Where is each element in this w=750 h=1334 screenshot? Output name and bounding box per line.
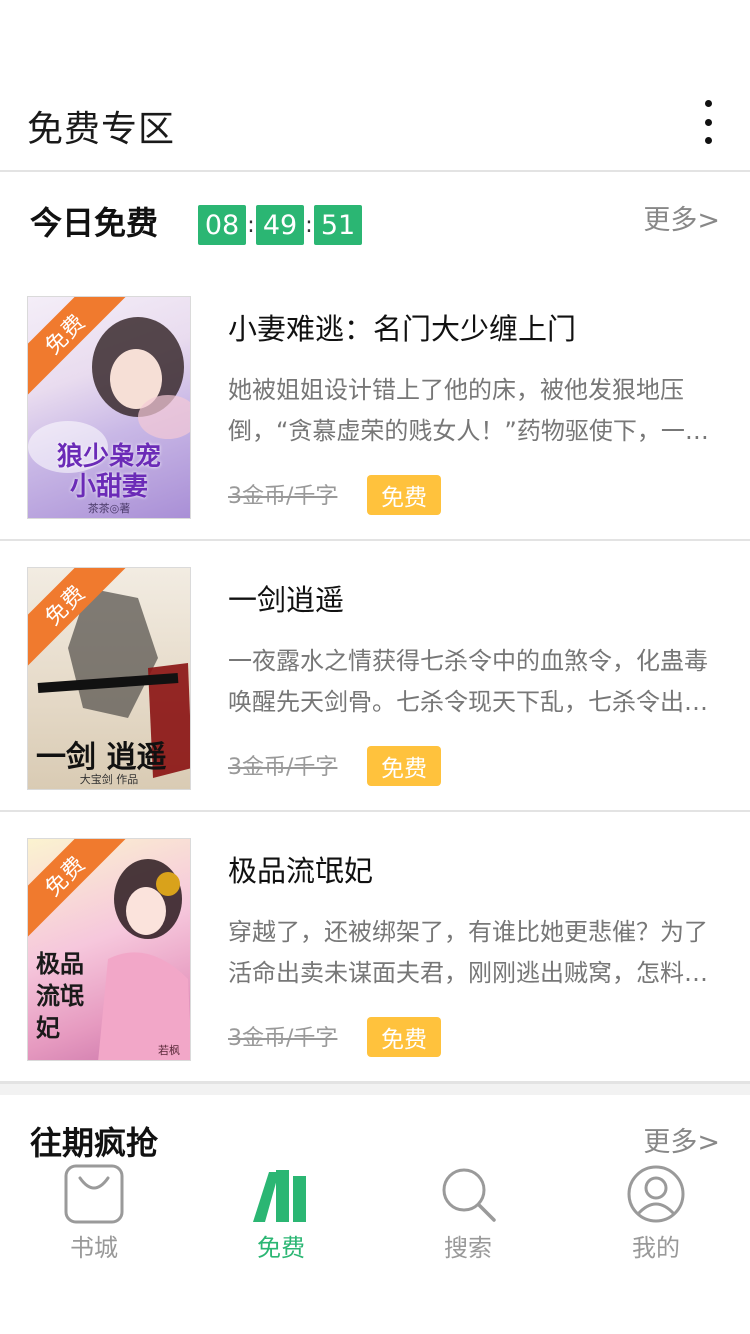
nav-label: 免费: [257, 1234, 305, 1262]
free-badge: 免费: [367, 746, 441, 786]
timer-minutes: 49: [256, 205, 304, 245]
user-icon: [627, 1165, 685, 1223]
cover-title: 极品流氓妃: [36, 949, 84, 1042]
cover-author: 大宝剑 作品: [79, 773, 139, 786]
free-badge: 免费: [367, 475, 441, 515]
book-description: 一夜露水之情获得七杀令中的血煞令，化蛊毒唤醒先天剑骨。七杀令现天下乱，七杀令出谁…: [228, 647, 708, 716]
timer-hours: 08: [198, 205, 246, 245]
more-link[interactable]: 更多>: [643, 1120, 720, 1159]
book-title: 极品流氓妃: [228, 854, 374, 888]
section-title: 今日免费: [30, 204, 159, 242]
dot: [704, 118, 712, 126]
book-cover: 狼少枭宠 小甜妻 茶茶◎著 免费: [27, 296, 191, 519]
timer-separator: :: [247, 212, 255, 238]
free-badge: 免费: [367, 1017, 441, 1057]
original-price: 3金币/千字: [228, 484, 338, 509]
more-menu-icon[interactable]: [700, 100, 716, 144]
dot: [704, 137, 712, 144]
more-link[interactable]: 更多>: [643, 198, 720, 237]
timer-separator: :: [305, 212, 313, 238]
book-cover: 极品流氓妃 若枫 免费: [27, 838, 191, 1061]
book-list: 狼少枭宠 小甜妻 茶茶◎著 免费 小妻难逃：名门大少缠上门 她被姐姐设计错上了他…: [0, 270, 750, 1083]
book-description: 穿越了，还被绑架了，有谁比她更悲催？为了活命出卖未谋面夫君，刚刚逃出贼窝，怎料又…: [228, 918, 708, 987]
cover-title: 狼少枭宠 小甜妻: [56, 442, 161, 502]
countdown-timer: 08 : 49 : 51: [198, 205, 362, 245]
today-free-header: 今日免费 08 : 49 : 51 更多>: [0, 174, 750, 264]
nav-item-bookstore[interactable]: 书城: [24, 1164, 164, 1263]
nav-label: 书城: [70, 1234, 118, 1262]
bottom-nav: 书城 免费 搜索 我的: [0, 1158, 750, 1334]
timer-seconds: 51: [314, 205, 362, 245]
book-cover: 一剑 逍遥 大宝剑 作品 免费: [27, 567, 191, 790]
book-item[interactable]: 一剑 逍遥 大宝剑 作品 免费 一剑逍遥 一夜露水之情获得七杀令中的血煞令，化蛊…: [0, 541, 750, 812]
original-price: 3金币/千字: [228, 755, 338, 780]
book-title: 小妻难逃：名门大少缠上门: [228, 312, 577, 346]
nav-label: 搜索: [444, 1234, 492, 1262]
search-icon: [442, 1168, 496, 1222]
book-title: 一剑逍遥: [228, 583, 345, 617]
nav-item-search[interactable]: 搜索: [398, 1164, 538, 1263]
books-icon: [253, 1170, 306, 1222]
app-header: 免费专区: [0, 70, 750, 172]
nav-item-free[interactable]: 免费: [211, 1164, 351, 1263]
free-zone-page: 免费专区 今日免费 08 : 49 : 51 更多> 狼少枭宠 小甜妻 茶茶◎著…: [0, 0, 750, 1334]
book-description: 她被姐姐设计错上了他的床，被他发狠地压倒，“贪慕虚荣的贱女人！”药物驱使下，一夜…: [228, 376, 709, 445]
nav-item-mine[interactable]: 我的: [586, 1164, 726, 1263]
book-item[interactable]: 极品流氓妃 若枫 免费 极品流氓妃 穿越了，还被绑架了，有谁比她更悲催？为了活命…: [0, 812, 750, 1083]
cover-author: 茶茶◎著: [87, 502, 131, 515]
dot: [704, 100, 712, 107]
original-price: 3金币/千字: [228, 1026, 338, 1051]
book-item[interactable]: 狼少枭宠 小甜妻 茶茶◎著 免费 小妻难逃：名门大少缠上门 她被姐姐设计错上了他…: [0, 270, 750, 541]
cover-author: 若枫: [158, 1044, 180, 1057]
nav-label: 我的: [632, 1234, 680, 1262]
section-divider: [0, 1083, 750, 1095]
bag-icon: [64, 1164, 124, 1224]
cover-title: 一剑 逍遥: [36, 740, 167, 775]
page-title: 免费专区: [27, 109, 176, 150]
